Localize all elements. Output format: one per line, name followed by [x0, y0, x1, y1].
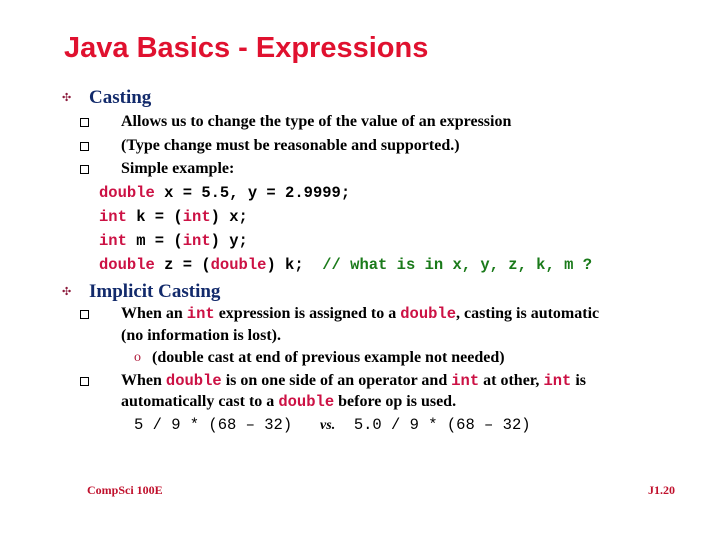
four-diamond-bullet-icon: ✣ — [62, 286, 72, 298]
footer-course: CompSci 100E — [87, 483, 163, 497]
four-diamond-bullet-icon: ✣ — [62, 92, 72, 104]
code-keyword: int — [99, 232, 127, 250]
code-text: z = ( — [154, 256, 211, 274]
section-heading: Casting — [89, 87, 152, 108]
code-text: k = ( — [126, 208, 183, 226]
list-item-text: (no information is lost). — [121, 327, 281, 344]
list-item-text: Simple example: — [121, 160, 235, 177]
code-keyword: int — [543, 372, 572, 390]
list-item-text: automatically cast to a double before op… — [121, 393, 457, 411]
code-comment: // what is in x, y, z, k, m ? — [322, 256, 592, 274]
square-bullet-icon — [80, 377, 89, 386]
code-keyword: double — [400, 305, 457, 323]
code-keyword: double — [165, 372, 222, 390]
code-keyword: double — [278, 393, 335, 411]
list-item-text: (Type change must be reasonable and supp… — [121, 137, 460, 154]
list-item-text: When an int expression is assigned to a … — [121, 305, 600, 323]
expression-left: 5 / 9 * (68 – 32) — [134, 416, 293, 434]
square-bullet-icon — [80, 142, 89, 151]
sub-list-item-text: (double cast at end of previous example … — [152, 349, 505, 366]
code-text: ) k; — [266, 256, 323, 274]
code-text: m = ( — [126, 232, 183, 250]
circle-bullet-icon: o — [134, 350, 141, 365]
expression-right: 5.0 / 9 * (68 – 32) — [353, 416, 531, 434]
footer-slide-number: J1.20 — [648, 483, 675, 497]
slide-title: Java Basics - Expressions — [64, 32, 429, 64]
code-keyword: int — [451, 372, 480, 390]
code-text: ) x; — [210, 208, 248, 226]
code-line: double x = 5.5, y = 2.9999; — [99, 182, 350, 204]
code-keyword: int — [182, 232, 211, 250]
list-item-text: Allows us to change the type of the valu… — [121, 113, 512, 130]
code-keyword: int — [99, 208, 127, 226]
code-line: int k = (int) x; — [99, 206, 248, 228]
versus-label: vs. — [320, 418, 336, 433]
code-text: ) y; — [210, 232, 248, 250]
expression-comparison: 5 / 9 * (68 – 32) vs. 5.0 / 9 * (68 – 32… — [134, 414, 531, 437]
code-line: int m = (int) y; — [99, 230, 248, 252]
code-line: double z = (double) k; // what is in x, … — [99, 254, 592, 276]
square-bullet-icon — [80, 310, 89, 319]
code-text: x = 5.5, y = 2.9999; — [154, 184, 351, 202]
code-keyword: double — [99, 184, 155, 202]
code-keyword: double — [210, 256, 267, 274]
code-keyword: int — [186, 305, 215, 323]
list-item-text: When double is on one side of an operato… — [121, 372, 587, 390]
code-keyword: double — [99, 256, 155, 274]
code-keyword: int — [182, 208, 211, 226]
section-heading: Implicit Casting — [89, 281, 221, 302]
square-bullet-icon — [80, 118, 89, 127]
square-bullet-icon — [80, 165, 89, 174]
